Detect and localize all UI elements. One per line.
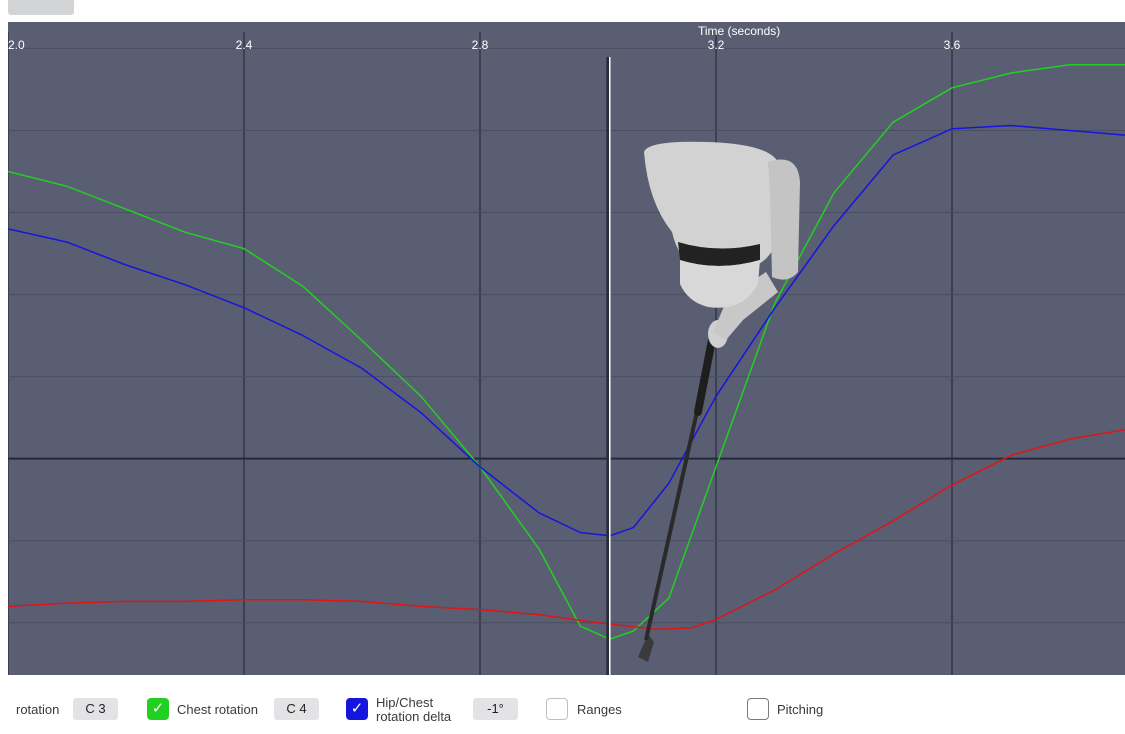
check-icon: ✓ (350, 700, 364, 717)
hip-chest-label-line1: Hip/Chest (376, 695, 434, 710)
top-strip (0, 0, 1125, 22)
chest-rotation-checkbox[interactable]: ✓ (147, 698, 169, 720)
x-tick-label: 3.6 (943, 38, 961, 52)
c3-value-box[interactable]: C 3 (73, 698, 118, 720)
chart-panel[interactable]: Time (seconds) 2.0 2.4 2.8 3.2 3.6 (8, 22, 1125, 675)
golfer-3d-model (638, 141, 800, 662)
upper-arm (768, 159, 800, 280)
x-tick-label: 2.4 (235, 38, 253, 52)
check-icon: ✓ (151, 700, 165, 717)
club-shaft (644, 406, 700, 641)
ranges-label: Ranges (577, 702, 622, 717)
x-tick-label: 2.0 (8, 38, 25, 52)
hip-chest-delta-checkbox[interactable]: ✓ (346, 698, 368, 720)
horizontal-scroll-thumb[interactable] (8, 0, 74, 15)
x-tick-label: 2.8 (471, 38, 489, 52)
hip-chest-label-line2: rotation delta (376, 709, 452, 724)
rotation-label: rotation (16, 702, 60, 717)
delta-value-box[interactable]: -1° (473, 698, 518, 720)
club-grip (694, 336, 716, 416)
x-axis-label: Time (seconds) (698, 24, 781, 38)
chest-rotation-label: Chest rotation (177, 702, 258, 717)
time-cursor (606, 57, 611, 675)
series-line-0 (8, 64, 1125, 640)
ranges-checkbox[interactable] (546, 698, 568, 720)
series-lines (8, 64, 1125, 640)
pitching-checkbox[interactable] (747, 698, 769, 720)
x-tick-label: 3.2 (707, 38, 725, 52)
pitching-label: Pitching (777, 702, 824, 717)
rotation-chart[interactable] (8, 22, 1125, 675)
c4-value-box[interactable]: C 4 (274, 698, 319, 720)
legend-bar: rotation C 3 ✓ Chest rotation C 4 ✓ Hip/… (0, 675, 1125, 734)
series-line-1 (8, 124, 1125, 537)
